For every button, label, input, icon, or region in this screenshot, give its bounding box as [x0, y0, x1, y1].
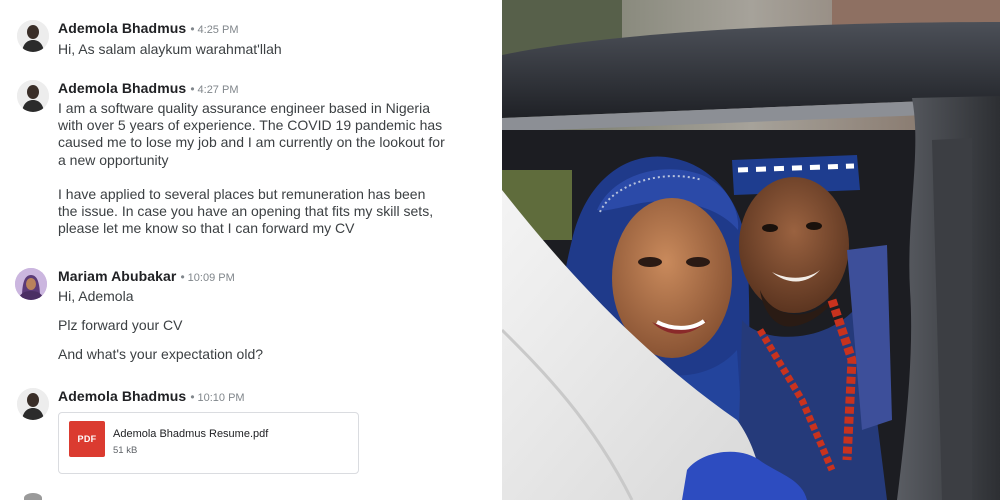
message-line: with over 5 years of experience. The COV… [58, 117, 443, 134]
sender-avatar[interactable] [17, 388, 49, 420]
pdf-badge-label: PDF [77, 434, 97, 444]
message-timestamp: 4:25 PM [197, 24, 239, 36]
message-timestamp: 4:27 PM [197, 84, 239, 96]
message-header: Ademola Bhadmus • 4:25 PM [58, 20, 238, 38]
message-timestamp: 10:09 PM [187, 272, 235, 284]
message-line: And what's your expectation old? [58, 346, 264, 363]
sender-avatar[interactable] [17, 20, 49, 52]
separator-dot: • [190, 82, 195, 96]
pdf-file-icon: PDF [69, 421, 105, 457]
message-header: Ademola Bhadmus • 10:10 PM [58, 388, 245, 406]
couple-in-car-image [502, 0, 1000, 500]
sender-avatar[interactable] [17, 80, 49, 112]
message-header: Ademola Bhadmus • 4:27 PM [58, 80, 238, 98]
message-line: caused me to lose my job and I am curren… [58, 134, 445, 151]
message-timestamp: 10:10 PM [197, 392, 245, 404]
separator-dot: • [190, 22, 195, 36]
message-line: I am a software quality assurance engine… [58, 100, 430, 116]
pdf-attachment-card[interactable]: PDF Ademola Bhadmus Resume.pdf 51 kB [58, 412, 359, 474]
message-line: the issue. In case you have an opening t… [58, 203, 434, 220]
message-line: a new opportunity [58, 151, 169, 168]
message-line: please let me know so that I can forward… [58, 220, 355, 237]
message-line: Hi, As salam alaykum warahmat'llah [58, 41, 282, 57]
separator-dot: • [180, 270, 185, 284]
chat-panel: Ademola Bhadmus • 4:25 PM Hi, As salam ala… [0, 0, 498, 500]
sender-name: Ademola Bhadmus [58, 80, 187, 96]
message-body: Hi, As salam alaykum warahmat'llah [58, 41, 478, 58]
sender-avatar[interactable] [15, 268, 47, 300]
message-line: I have applied to several places but rem… [58, 185, 426, 202]
sender-name: Ademola Bhadmus [58, 20, 187, 36]
couple-photo [502, 0, 1000, 500]
person-avatar-icon [17, 80, 49, 112]
separator-dot: • [190, 390, 195, 404]
sender-name: Ademola Bhadmus [58, 388, 187, 404]
sender-name: Mariam Abubakar [58, 268, 177, 284]
person-avatar-icon [17, 20, 49, 52]
person-avatar-icon [17, 388, 49, 420]
next-message-avatar [24, 493, 42, 500]
message-body: I am a software quality assurance engine… [58, 100, 478, 237]
attachment-file-size: 51 kB [113, 445, 138, 456]
attachment-file-name[interactable]: Ademola Bhadmus Resume.pdf [113, 428, 268, 440]
person-avatar-icon [15, 268, 47, 300]
message-header: Mariam Abubakar • 10:09 PM [58, 268, 235, 286]
message-line: Hi, Ademola [58, 288, 134, 304]
message-line: Plz forward your CV [58, 317, 183, 334]
message-body: Hi, Ademola Plz forward your CV And what… [58, 288, 478, 364]
